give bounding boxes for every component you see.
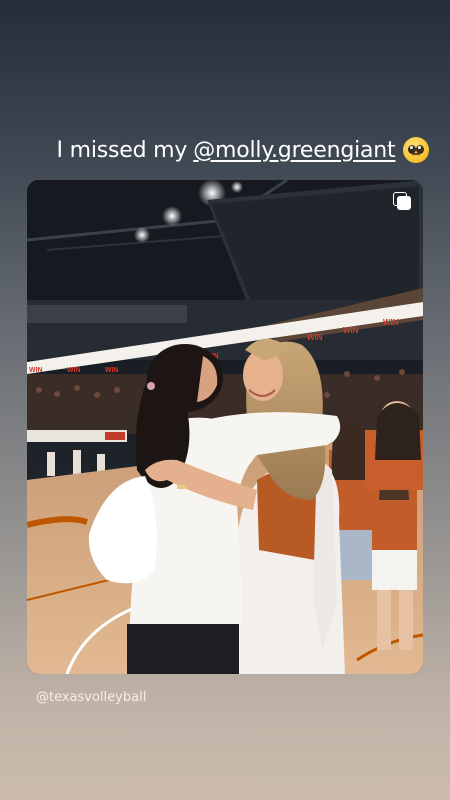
banner-win-5: WIN <box>307 333 323 342</box>
story-caption: I missed my @molly.greengiant <box>0 137 450 163</box>
banner-win-3: WIN <box>105 367 119 374</box>
arena-hug-image: WIN WIN WIN WIN WIN WIN WIN <box>27 180 423 674</box>
pleading-face-emoji-icon <box>403 137 430 163</box>
shared-post-photo[interactable]: WIN WIN WIN WIN WIN WIN WIN <box>27 180 423 674</box>
banner-win-7: WIN <box>383 318 399 327</box>
banner-win-6: WIN <box>343 326 359 335</box>
banner-win-2: WIN <box>67 367 81 374</box>
caption-text: I missed my <box>56 137 188 163</box>
banner-win-1: WIN <box>29 367 43 374</box>
source-account-tag[interactable]: @texasvolleyball <box>36 690 146 705</box>
multiple-photos-icon <box>393 192 411 210</box>
mention-link[interactable]: @molly.greengiant <box>193 138 395 163</box>
